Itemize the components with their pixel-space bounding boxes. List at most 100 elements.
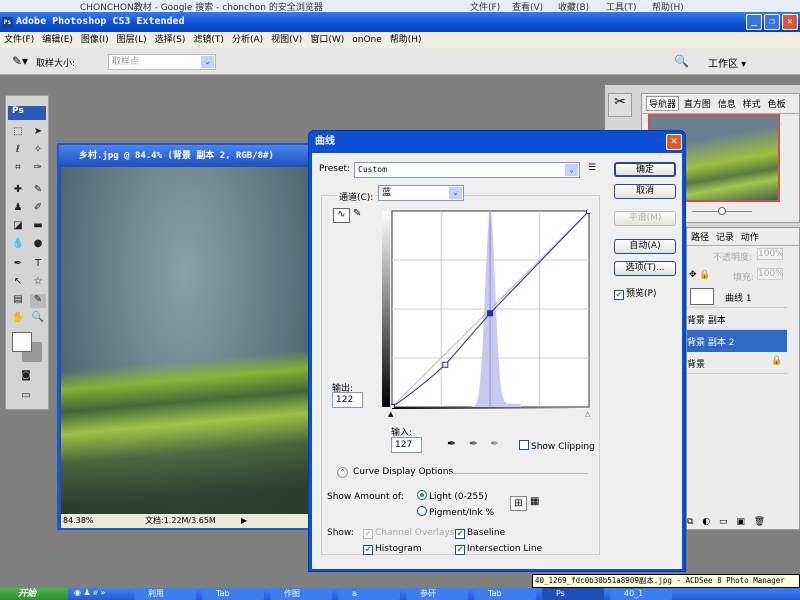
tools-panel-icon[interactable]: ✂ — [608, 93, 632, 117]
layer-row-selected[interactable]: 背景 副本 2 — [687, 330, 787, 352]
healing-brush-icon[interactable]: ✚ — [10, 184, 26, 198]
browser-menu-favorites[interactable]: 收藏(B) — [558, 0, 589, 12]
crop-tool-icon[interactable]: ⌗ — [10, 162, 26, 176]
menu-image[interactable]: 图像(I) — [81, 32, 109, 48]
tab-styles[interactable]: 样式 — [741, 97, 763, 110]
taskbar-item[interactable]: 利用 — [134, 588, 196, 600]
quick-mask-icon[interactable]: ◙ — [18, 370, 34, 384]
gradient-tool-icon[interactable]: ▬ — [30, 220, 46, 234]
menu-select[interactable]: 选择(S) — [155, 32, 186, 48]
restore-button[interactable]: ❐ — [764, 14, 780, 30]
menu-layer[interactable]: 图层(L) — [117, 32, 147, 48]
show-clipping-checkbox[interactable]: Show Clipping — [519, 440, 595, 452]
output-field[interactable]: 122 — [332, 392, 363, 408]
baseline-checkbox[interactable]: ✔ Baseline — [455, 528, 505, 539]
menu-onone[interactable]: onOne — [352, 32, 382, 48]
doc-size[interactable]: 文档:1.22M/3.65M — [145, 514, 216, 528]
eraser-tool-icon[interactable]: ◪ — [10, 220, 26, 234]
taskbar-item[interactable]: Ps — [542, 588, 604, 600]
hand-tool-icon[interactable]: ✋ — [10, 312, 26, 326]
status-arrow-icon[interactable]: ▶ — [241, 514, 247, 528]
collapse-chevron-icon[interactable]: ⌃ — [337, 467, 348, 478]
path-select-icon[interactable]: ↖ — [10, 276, 26, 290]
white-eyedropper-icon[interactable]: ✒ — [490, 437, 499, 450]
workspace-menu[interactable]: 工作区 ▾ — [708, 55, 746, 70]
taskbar-item[interactable]: Tab — [202, 588, 264, 600]
marquee-tool-icon[interactable]: ⬚ — [10, 126, 26, 140]
opacity-field[interactable]: 100% — [757, 248, 784, 260]
blur-tool-icon[interactable]: 💧 — [10, 238, 26, 252]
zoom-slider-handle[interactable] — [718, 207, 726, 215]
options-button[interactable]: 选项(T)... — [614, 261, 676, 276]
stamp-tool-icon[interactable]: ♟ — [10, 202, 26, 216]
curve-graph[interactable] — [391, 210, 590, 408]
channel-select[interactable]: 蓝 ⌄ — [378, 185, 464, 201]
zoom-level[interactable]: 84.38% — [63, 514, 94, 528]
input-field[interactable]: 127 — [391, 437, 422, 453]
preset-select[interactable]: Custom ⌄ — [354, 162, 580, 178]
eyedropper-tool-icon[interactable]: ✎ — [30, 294, 46, 308]
layer-row[interactable]: 背景 🔒 — [687, 352, 787, 374]
curve-point-tool-icon[interactable]: ∿ — [333, 208, 350, 223]
foreground-color-swatch[interactable] — [12, 332, 32, 352]
intersection-line-checkbox[interactable]: ✔ Intersection Line — [455, 544, 542, 555]
shape-tool-icon[interactable]: ☆ — [30, 276, 46, 290]
histogram-checkbox[interactable]: ✔ Histogram — [363, 544, 422, 555]
simple-grid-icon[interactable]: ⊞ — [510, 496, 527, 511]
close-button[interactable]: ✕ — [782, 14, 798, 30]
layer-row[interactable]: 曲线 1 — [687, 286, 787, 308]
menu-edit[interactable]: 编辑(E) — [42, 32, 73, 48]
menu-file[interactable]: 文件(F) — [4, 32, 34, 48]
menu-help[interactable]: 帮助(H) — [390, 32, 422, 48]
brush-tool-icon[interactable]: ✎ — [30, 184, 46, 198]
preset-options-icon[interactable]: ☰ — [588, 163, 596, 173]
quick-launch-icons[interactable]: ◉ ♟ ℯ » — [68, 588, 128, 600]
magic-wand-icon[interactable]: ✧ — [30, 144, 46, 158]
lock-icons[interactable]: ✥ 🔒 — [689, 270, 711, 280]
taskbar-item[interactable]: 参矸 — [406, 588, 468, 600]
zoom-tool-icon[interactable]: 🔍 — [30, 312, 46, 326]
browser-menu-view[interactable]: 查看(V) — [512, 0, 543, 12]
tab-history[interactable]: 记录 — [714, 230, 736, 243]
taskbar-item[interactable]: 40_1 — [610, 588, 672, 600]
taskbar-item[interactable]: a — [338, 588, 400, 600]
tab-navigator[interactable]: 导航器 — [646, 96, 680, 111]
dodge-tool-icon[interactable]: ● — [30, 238, 46, 252]
tab-actions[interactable]: 动作 — [739, 230, 761, 243]
white-point-slider-icon[interactable]: △ — [585, 410, 590, 418]
tab-info[interactable]: 信息 — [716, 97, 738, 110]
smooth-button[interactable]: 平滑(M) — [614, 211, 676, 226]
browser-menu-tools[interactable]: 工具(T) — [606, 0, 637, 12]
move-tool-icon[interactable]: ➤ — [30, 126, 46, 140]
minimize-button[interactable]: _ — [746, 14, 762, 30]
slice-tool-icon[interactable]: ✑ — [30, 162, 46, 176]
notes-tool-icon[interactable]: ▤ — [10, 294, 26, 308]
ok-button[interactable]: 确定 — [614, 162, 676, 177]
document-canvas-image[interactable] — [61, 167, 309, 517]
light-radio[interactable]: Light (0-255) — [417, 490, 488, 502]
tab-swatches[interactable]: 色板 — [766, 97, 788, 110]
taskbar-item[interactable]: 作图 — [270, 588, 332, 600]
cancel-button[interactable]: 取消 — [614, 184, 676, 199]
tab-histogram[interactable]: 直方图 — [682, 97, 713, 110]
screen-mode-icon[interactable]: ▭ — [18, 390, 34, 404]
fill-field[interactable]: 100% — [757, 268, 784, 280]
menu-analysis[interactable]: 分析(A) — [232, 32, 263, 48]
type-tool-icon[interactable]: T — [30, 258, 46, 272]
start-button[interactable]: 开始 — [0, 588, 68, 600]
close-icon[interactable]: ✕ — [666, 134, 682, 150]
menu-filter[interactable]: 滤镜(T) — [193, 32, 224, 48]
gray-eyedropper-icon[interactable]: ✒ — [469, 437, 478, 450]
menu-window[interactable]: 窗口(W) — [310, 32, 344, 48]
pencil-tool-icon[interactable]: ✎ — [353, 208, 361, 219]
lasso-tool-icon[interactable]: ℓ — [10, 144, 26, 158]
preview-checkbox[interactable]: ✔ 预览(P) — [614, 286, 656, 300]
file-browser-icon[interactable]: 🔍 — [674, 54, 689, 68]
black-point-slider-icon[interactable]: ▲ — [388, 410, 393, 418]
pen-tool-icon[interactable]: ✒ — [10, 258, 26, 272]
detailed-grid-icon[interactable]: ▦ — [530, 496, 539, 507]
taskbar-item[interactable]: Tab — [474, 588, 536, 600]
history-brush-icon[interactable]: ✐ — [30, 202, 46, 216]
auto-button[interactable]: 自动(A) — [614, 239, 676, 254]
pigment-radio[interactable]: Pigment/Ink % — [417, 506, 494, 518]
